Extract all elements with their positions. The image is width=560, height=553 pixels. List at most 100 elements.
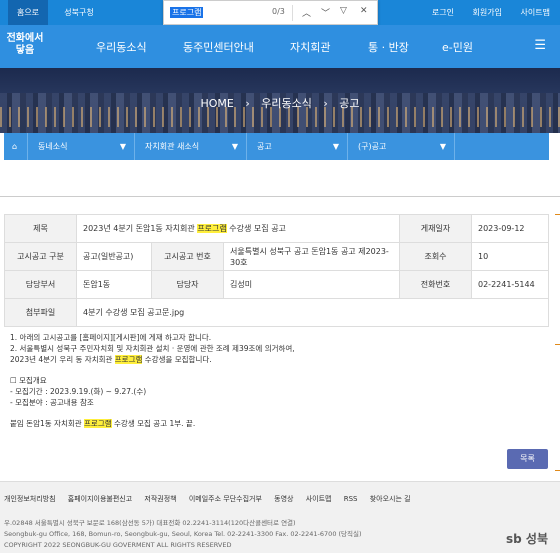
footer-link-copyright[interactable]: 저작권정책 xyxy=(144,495,176,503)
subnav-news[interactable]: 동네소식 ▼ xyxy=(28,133,135,160)
subnav-old-notice[interactable]: (구)공고 ▼ xyxy=(348,133,455,160)
body-text: 수강생을 모집합니다. xyxy=(142,355,212,364)
body-highlight: 프로그램 xyxy=(84,419,112,428)
chevron-down-icon: ▼ xyxy=(439,142,446,151)
dept-label: 담당부서 xyxy=(4,270,77,299)
body-line: - 모집기간 : 2023.9.19.(화) ~ 9.27.(수) xyxy=(10,387,147,396)
subnav-hall-news-label: 자치회관 새소식 xyxy=(145,142,200,151)
body-highlight: 프로그램 xyxy=(114,355,143,364)
find-bar: 프로그램 0/3 ︿ ﹀ ▽ ✕ xyxy=(163,0,378,25)
footer-links: 개인정보처리방침 홈페이지이용불편신고 저작권정책 이메일주소 무단수집거부 동… xyxy=(4,494,421,504)
breadcrumb: HOME › 우리동소식 › 공고 xyxy=(0,95,560,111)
chevron-up-icon[interactable]: ︿ xyxy=(302,6,311,19)
phone-label: 전화번호 xyxy=(399,270,472,299)
chevron-down-icon: ▼ xyxy=(119,142,126,151)
nav-item-news[interactable]: 우리동소식 xyxy=(96,39,147,55)
date-label: 게재일자 xyxy=(399,214,472,243)
nav-item-hall[interactable]: 자치회관 xyxy=(290,39,330,55)
footer-link-video[interactable]: 동영상 xyxy=(274,495,293,503)
breadcrumb-notice: 공고 xyxy=(339,97,360,110)
post-date: 2023-09-12 xyxy=(471,214,549,243)
table-row: 담당부서 돈암1동 담당자 김성미 전화번호 02-2241-5144 xyxy=(4,270,549,299)
side-mark xyxy=(555,214,560,215)
divider xyxy=(0,196,560,197)
banner: HOME › 우리동소식 › 공고 xyxy=(0,68,560,133)
footer-link-directions[interactable]: 찾아오시는 길 xyxy=(370,495,411,503)
logo[interactable]: 전화에서 닿음 xyxy=(4,25,46,68)
post-title-pre: 2023년 4분기 돈암1동 자치회관 xyxy=(83,224,198,233)
post-type: 공고(일반공고) xyxy=(76,242,152,271)
footer-link-report[interactable]: 홈페이지이용불편신고 xyxy=(68,495,132,503)
top-links: 로그인 회원가입 사이트맵 xyxy=(416,0,550,25)
header: 전화에서 닿음 우리동소식 동주민센터안내 자치회관 통 · 반장 e-민원 ☰ xyxy=(0,25,560,68)
post-phone: 02-2241-5144 xyxy=(471,270,549,299)
nav-item-tongban[interactable]: 통 · 반장 xyxy=(368,39,409,55)
sub-nav: ⌂ 동네소식 ▼ 자치회관 새소식 ▼ 공고 ▼ (구)공고 ▼ xyxy=(4,133,549,160)
find-input[interactable]: 프로그램 xyxy=(170,7,204,18)
home-tab[interactable]: 홈으로 xyxy=(8,0,48,25)
body-line: - 모집분야 : 공고내용 참조 xyxy=(10,398,94,407)
subnav-news-label: 동네소식 xyxy=(38,142,68,151)
body-line: 1. 아래의 고시공고를 [홈페이지][게시판]에 게재 하고자 합니다. xyxy=(10,333,212,342)
post-body: 1. 아래의 고시공고를 [홈페이지][게시판]에 게재 하고자 합니다. 2.… xyxy=(10,332,550,429)
chevron-down-icon[interactable]: ﹀ xyxy=(321,6,330,19)
footer-link-privacy[interactable]: 개인정보처리방침 xyxy=(4,495,56,503)
footer-address: 우.02848 서울특별시 성북구 보문로 168(삼선동 5가) 대표전화 0… xyxy=(4,518,362,551)
attachment-link[interactable]: 4분기 수강생 모집 공고문.jpg xyxy=(76,298,549,327)
chevron-down-icon: ▼ xyxy=(332,142,339,151)
post-number: 서울특별시 성북구 공고 돈암1동 공고 제2023-30호 xyxy=(223,242,400,271)
subnav-old-notice-label: (구)공고 xyxy=(358,142,387,151)
number-label: 고시공고 번호 xyxy=(151,242,224,271)
post-dept: 돈암1동 xyxy=(76,270,152,299)
footer-link-email[interactable]: 이메일주소 무단수집거부 xyxy=(189,495,262,503)
body-text: 수강생 모집 공고 1부. 끝. xyxy=(111,419,196,428)
body-line: ☐ 모집개요 xyxy=(10,376,47,385)
address-en: Seongbuk-gu Office, 168, Bomun-ro, Seong… xyxy=(4,530,362,538)
copyright: COPYRIGHT 2022 SEONGBUK-GU GOVERMENT ALL… xyxy=(4,541,232,549)
home-icon[interactable]: ⌂ xyxy=(4,133,28,160)
manager-label: 담당자 xyxy=(151,270,224,299)
breadcrumb-news[interactable]: 우리동소식 xyxy=(261,97,312,110)
body-line: 2. 서울특별시 성북구 주민자치회 및 자치회관 설치 · 운영에 관한 조례… xyxy=(10,344,295,353)
signup-link[interactable]: 회원가입 xyxy=(473,8,502,17)
sitemap-link[interactable]: 사이트맵 xyxy=(521,8,550,17)
subnav-notice-label: 공고 xyxy=(257,142,272,151)
close-icon[interactable]: ✕ xyxy=(360,6,368,16)
footer-link-sitemap[interactable]: 사이트맵 xyxy=(306,495,332,503)
body-text: 붙임 돈암1동 자치회관 xyxy=(10,419,85,428)
subnav-hall-news[interactable]: 자치회관 새소식 ▼ xyxy=(135,133,247,160)
list-button[interactable]: 목록 xyxy=(507,449,548,469)
post-views: 10 xyxy=(471,242,549,271)
post-title-highlight: 프로그램 xyxy=(197,224,227,233)
nav-item-eminwon[interactable]: e-민원 xyxy=(442,39,473,55)
side-mark xyxy=(555,470,560,471)
find-count: 0/3 xyxy=(272,7,285,16)
side-mark xyxy=(555,344,560,345)
breadcrumb-home[interactable]: HOME xyxy=(200,97,233,110)
subnav-notice[interactable]: 공고 ▼ xyxy=(247,133,348,160)
filter-icon[interactable]: ▽ xyxy=(340,6,347,16)
type-label: 고시공고 구분 xyxy=(4,242,77,271)
nav-item-center[interactable]: 동주민센터안내 xyxy=(183,39,254,55)
login-link[interactable]: 로그인 xyxy=(432,8,454,17)
menu-icon[interactable]: ☰ xyxy=(534,38,546,53)
breadcrumb-sep-icon: › xyxy=(323,97,328,110)
body-text: 2023년 4분기 우리 동 자치회관 xyxy=(10,355,115,364)
views-label: 조회수 xyxy=(399,242,472,271)
body-line: 2023년 4분기 우리 동 자치회관 프로그램 수강생을 모집합니다. xyxy=(10,354,550,365)
footer-logo: sb 성북 xyxy=(506,532,548,546)
chevron-down-icon: ▼ xyxy=(231,142,238,151)
seongbuk-gu-tab[interactable]: 성북구청 xyxy=(55,0,103,25)
find-separator xyxy=(292,5,293,21)
footer: 개인정보처리방침 홈페이지이용불편신고 저작권정책 이메일주소 무단수집거부 동… xyxy=(0,481,560,553)
post-title-post: 수강생 모집 공고 xyxy=(226,224,286,233)
body-line: 붙임 돈암1동 자치회관 프로그램 수강생 모집 공고 1부. 끝. xyxy=(10,418,550,429)
footer-link-rss[interactable]: RSS xyxy=(344,495,358,503)
title-label: 제목 xyxy=(4,214,77,243)
logo-line2: 닿음 xyxy=(15,45,35,56)
breadcrumb-sep-icon: › xyxy=(245,97,250,110)
logo-line1: 전화에서 xyxy=(6,33,44,44)
address-ko: 우.02848 서울특별시 성북구 보문로 168(삼선동 5가) 대표전화 0… xyxy=(4,519,296,527)
